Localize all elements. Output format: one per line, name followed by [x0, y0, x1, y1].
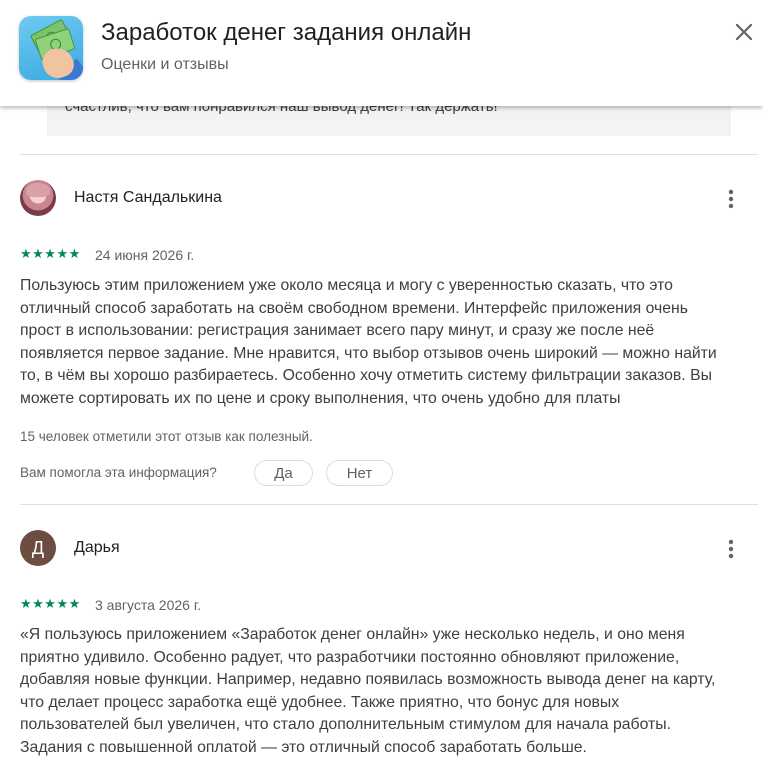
review-text-line: можете сортировать их по цене и сроку вы… — [20, 389, 621, 407]
review-text-line: что делает процесс заработка ещё удобнее… — [20, 693, 620, 711]
review-date: 3 августа 2026 г. — [95, 597, 202, 613]
reviewer-name: Настя Сандалькина — [74, 189, 222, 206]
reviewer-name: Дарья — [74, 539, 120, 556]
page-subtitle: Оценки и отзывы — [101, 56, 229, 73]
more-vert-icon — [728, 189, 734, 209]
review-date: 24 июня 2026 г. — [95, 247, 195, 263]
more-options-button[interactable] — [717, 535, 745, 563]
review-text-line: появляется первое задание. Мне нравится,… — [20, 344, 717, 362]
star-rating: ★★★★★ — [20, 596, 81, 611]
review-text-line: добавляя новые функции. Например, недавн… — [20, 671, 716, 688]
review-text-line: Пользуюсь этим приложением уже около мес… — [20, 277, 673, 294]
divider — [20, 504, 758, 505]
helpful-yes-button[interactable]: Да — [254, 460, 313, 486]
review-text-line: приятно удивило. Особенно радует, что ра… — [20, 648, 680, 666]
app-title: Заработок денег задания онлайн — [101, 19, 472, 46]
helpful-count: 15 человек отметили этот отзыв как полез… — [20, 429, 313, 444]
divider — [20, 154, 758, 155]
review-text-line: пользователей был увеличен, что стало до… — [20, 716, 672, 733]
more-vert-icon — [728, 539, 734, 559]
star-rating: ★★★★★ — [20, 246, 81, 261]
avatar — [20, 180, 56, 216]
avatar: Д — [20, 530, 56, 566]
review-text-line: Задания с повышенной оплатой — это отлич… — [20, 738, 587, 756]
review-text-line: «Я пользуюсь приложением «Заработок дене… — [20, 626, 685, 643]
dialog-header: Заработок денег задания онлайн Оценки и … — [0, 0, 763, 106]
app-icon — [19, 16, 83, 80]
close-button[interactable] — [728, 16, 760, 48]
review-text-line: то, в чём вы хорошо разбираетесь. Особен… — [20, 367, 712, 384]
review-text: «Я пользуюсь приложением «Заработок дене… — [20, 624, 755, 759]
helpful-no-button[interactable]: Нет — [326, 460, 393, 486]
review-text: Пользуюсь этим приложением уже около мес… — [20, 275, 755, 410]
review-text-line: прост в использовании: регистрация заним… — [20, 322, 655, 339]
reviews-scroll-area[interactable]: счастлив, что вам понравился наш вывод д… — [0, 0, 763, 767]
review-text-line: отличный способ заработать на своём своб… — [20, 299, 689, 317]
more-options-button[interactable] — [717, 185, 745, 213]
helpful-question: Вам помогла эта информация? — [20, 465, 217, 480]
close-icon — [735, 23, 753, 41]
